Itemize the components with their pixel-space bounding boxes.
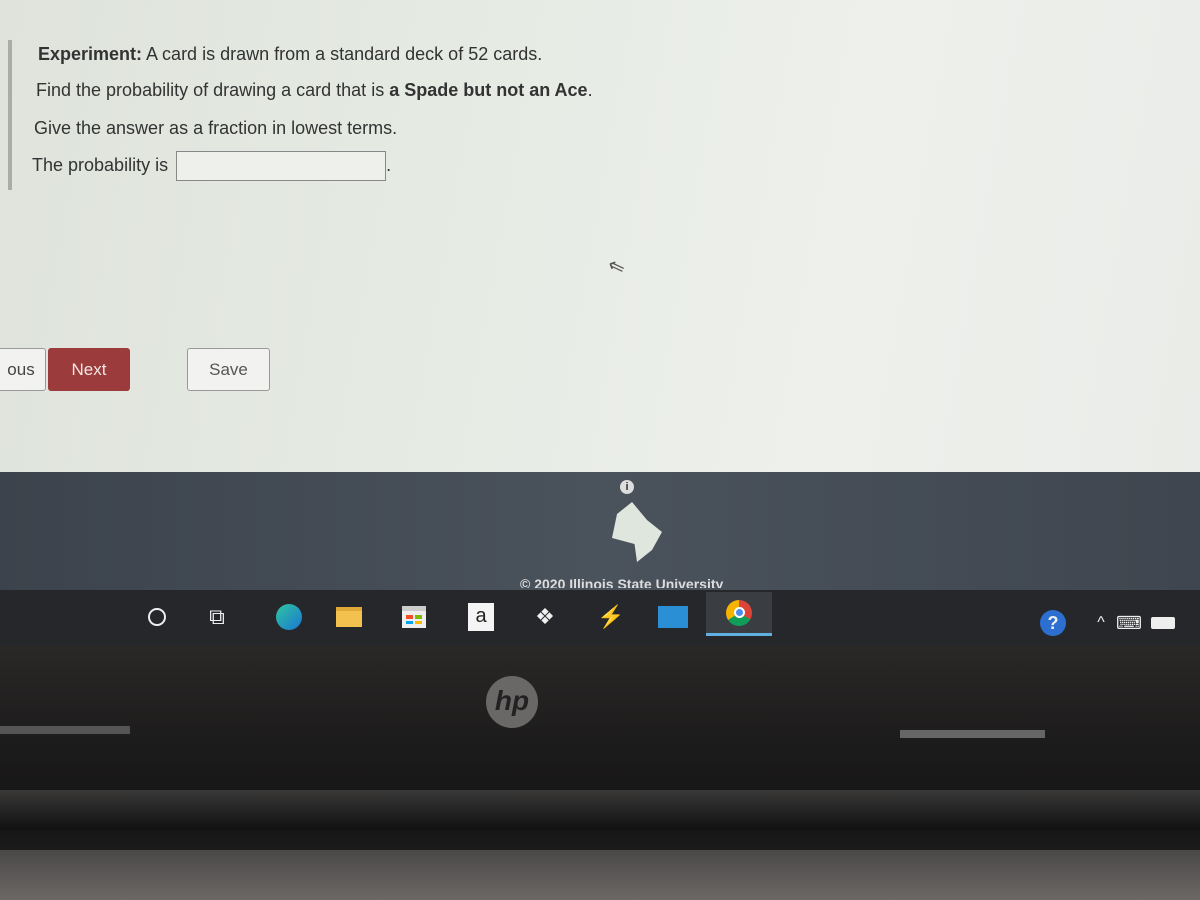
search-icon[interactable] — [140, 600, 174, 634]
answer-label: The probability is — [32, 154, 169, 175]
find-suffix: . — [587, 80, 593, 100]
find-prefix: Find the probability of drawing a card t… — [36, 80, 390, 100]
experiment-text: A card is drawn from a standard deck of … — [142, 44, 543, 64]
page-footer: i © 2020 Illinois State University — [0, 472, 1200, 592]
dropbox-icon[interactable]: ❖ — [528, 600, 562, 634]
answer-suffix: . — [386, 154, 392, 175]
hp-logo: hp — [486, 676, 538, 728]
instruction: Give the answer as a fraction in lowest … — [34, 118, 398, 138]
question-border — [8, 40, 12, 190]
laptop-base — [0, 850, 1200, 900]
redbird-logo-icon — [612, 502, 662, 562]
chrome-icon[interactable] — [706, 592, 772, 636]
experiment-label: Experiment: — [38, 44, 143, 64]
file-explorer-icon[interactable] — [332, 600, 366, 634]
task-view-icon[interactable]: ⧉ — [200, 600, 234, 634]
info-icon[interactable]: i — [620, 480, 634, 494]
answer-input[interactable] — [176, 151, 387, 181]
bolt-icon[interactable]: ⚡ — [594, 600, 628, 634]
laptop-hinge — [0, 790, 1200, 830]
next-button[interactable]: Next — [48, 348, 130, 391]
find-line: Find the probability of drawing a card t… — [36, 80, 593, 101]
mouse-cursor: ⇖ — [604, 253, 629, 281]
amazon-icon[interactable]: a — [464, 600, 498, 634]
battery-icon[interactable] — [1146, 606, 1180, 640]
experiment-line: Experiment: A card is drawn from a stand… — [38, 44, 542, 65]
speaker-right — [900, 730, 1045, 738]
copyright: © 2020 Illinois State University — [520, 576, 724, 588]
mail-icon[interactable] — [656, 600, 690, 634]
touch-keyboard-icon[interactable]: ⌨ — [1112, 606, 1146, 640]
previous-button[interactable]: ous — [0, 348, 46, 391]
store-icon[interactable] — [397, 600, 431, 634]
answer-line: The probability is. — [32, 151, 391, 181]
help-icon[interactable]: ? — [1040, 610, 1066, 636]
save-button[interactable]: Save — [187, 348, 270, 391]
find-bold: a Spade but not an Ace — [389, 80, 588, 100]
amazon-letter: a — [468, 603, 494, 631]
speaker-left — [0, 726, 130, 734]
browser-content: Experiment: A card is drawn from a stand… — [0, 0, 1200, 472]
edge-icon[interactable] — [272, 600, 306, 634]
